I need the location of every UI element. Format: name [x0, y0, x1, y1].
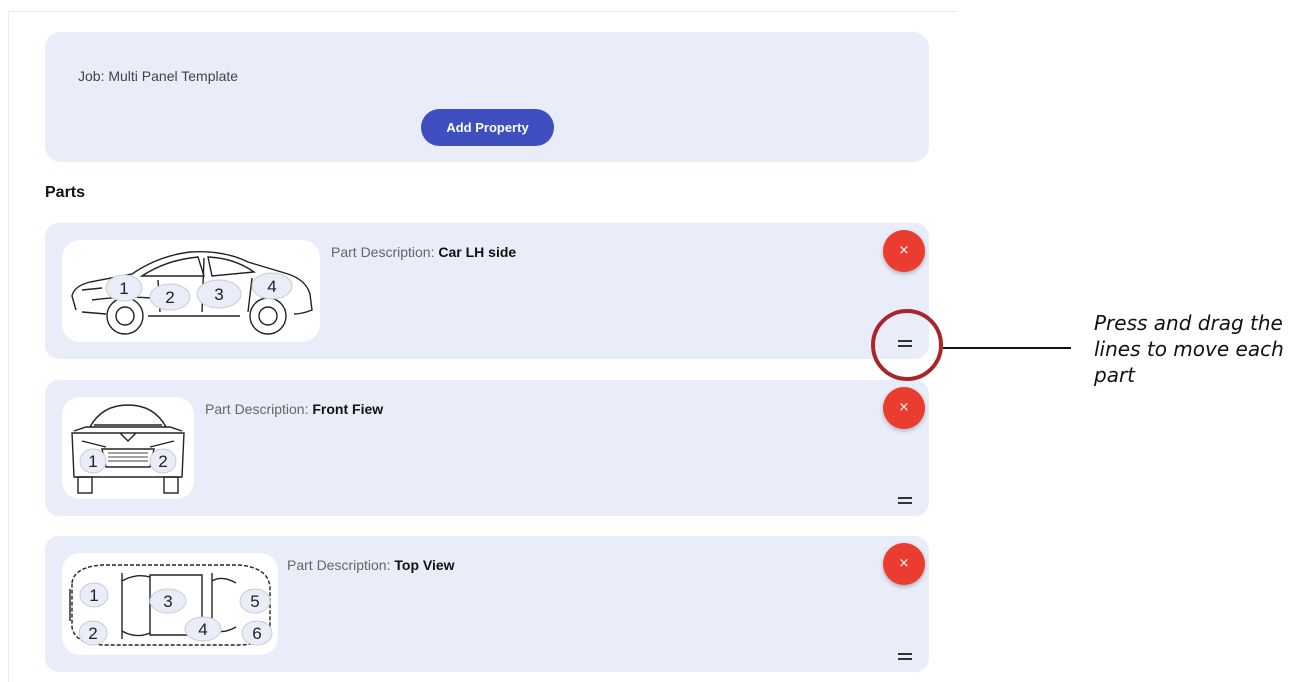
panel-number: 2 [88, 624, 97, 643]
part-card-top-view: 1 2 3 4 5 6 Part Description: Top View × [45, 536, 929, 672]
part-description-value: Top View [394, 557, 455, 573]
drag-handle-icon[interactable] [897, 652, 913, 662]
part-description: Part Description: Top View [287, 557, 455, 573]
close-icon: × [898, 556, 910, 571]
part-description: Part Description: Front Fiew [205, 401, 383, 417]
part-card-car-lh-side: 1 2 3 4 Part Description: Car LH side × [45, 223, 929, 359]
panel-number: 4 [267, 277, 276, 296]
annotation-line [943, 347, 1071, 349]
part-description: Part Description: Car LH side [331, 244, 516, 260]
panel-number: 3 [163, 592, 172, 611]
close-icon: × [898, 400, 910, 415]
part-description-label: Part Description: [287, 557, 391, 573]
annotation-circle [871, 309, 943, 381]
delete-part-button[interactable]: × [883, 387, 925, 429]
panel-number: 2 [158, 452, 167, 471]
panel-number: 4 [198, 620, 207, 639]
job-card: Job: Multi Panel Template Add Property [45, 32, 929, 162]
part-description-label: Part Description: [205, 401, 309, 417]
parts-heading: Parts [45, 184, 86, 201]
delete-part-button[interactable]: × [883, 543, 925, 585]
panel-number: 1 [89, 586, 98, 605]
part-image-side-view: 1 2 3 4 [62, 240, 320, 342]
panel-number: 5 [250, 592, 259, 611]
panel-number: 6 [252, 624, 261, 643]
delete-part-button[interactable]: × [883, 230, 925, 272]
part-image-front-view: 1 2 [62, 397, 194, 499]
part-description-value: Front Fiew [312, 401, 384, 417]
part-description-label: Part Description: [331, 244, 435, 260]
panel-number: 2 [165, 288, 174, 307]
part-description-value: Car LH side [438, 244, 517, 260]
close-icon: × [898, 243, 910, 258]
part-image-top-view: 1 2 3 4 5 6 [62, 553, 278, 655]
part-card-front-view: 1 2 Part Description: Front Fiew × [45, 380, 929, 516]
job-title: Job: Multi Panel Template [78, 68, 239, 84]
panel-number: 3 [214, 285, 223, 304]
add-property-button[interactable]: Add Property [421, 109, 554, 146]
panel-number: 1 [88, 452, 97, 471]
annotation-text: Press and drag the lines to move each pa… [1094, 311, 1284, 387]
drag-handle-icon[interactable] [897, 496, 913, 506]
panel-number: 1 [119, 279, 128, 298]
